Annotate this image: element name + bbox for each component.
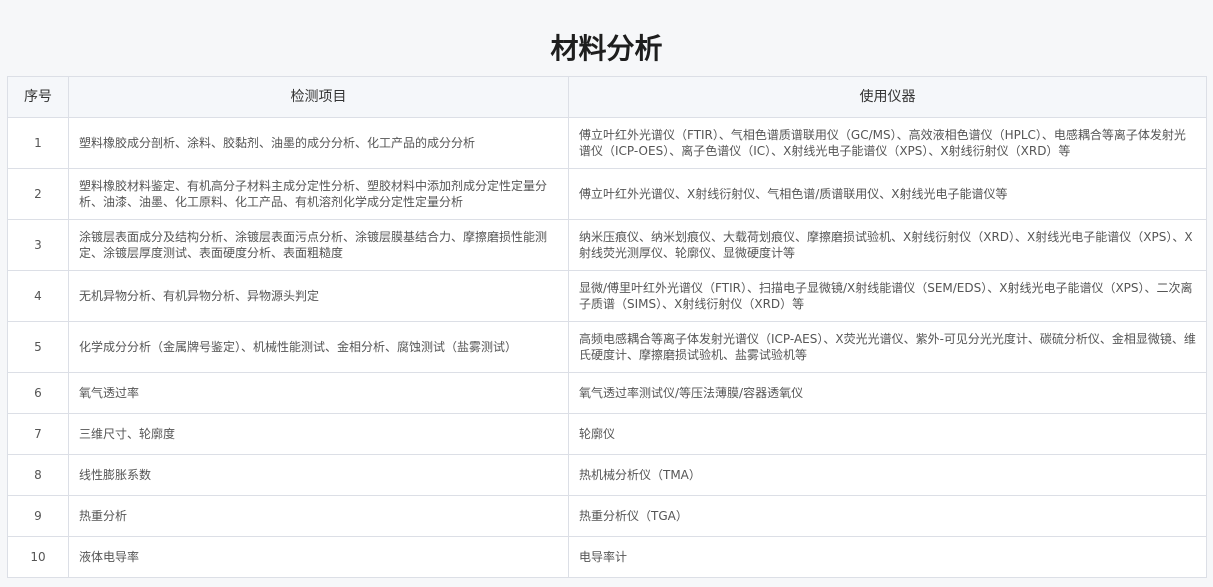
- row-instruments: 氧气透过率测试仪/等压法薄膜/容器透氧仪: [568, 372, 1207, 414]
- row-index: 4: [7, 270, 69, 322]
- header-test-item: 检测项目: [68, 76, 569, 118]
- table-row: 8 线性膨胀系数 热机械分析仪（TMA）: [7, 454, 1207, 496]
- row-index: 6: [7, 372, 69, 414]
- row-instruments: 热重分析仪（TGA）: [568, 495, 1207, 537]
- table-row: 6 氧气透过率 氧气透过率测试仪/等压法薄膜/容器透氧仪: [7, 372, 1207, 414]
- table-row: 1 塑料橡胶成分剖析、涂料、胶黏剂、油墨的成分分析、化工产品的成分分析 傅立叶红…: [7, 117, 1207, 169]
- row-test-item: 热重分析: [68, 495, 569, 537]
- row-instruments: 纳米压痕仪、纳米划痕仪、大载荷划痕仪、摩擦磨损试验机、X射线衍射仪（XRD）、X…: [568, 219, 1207, 271]
- analysis-table: 序号 检测项目 使用仪器 1 塑料橡胶成分剖析、涂料、胶黏剂、油墨的成分分析、化…: [7, 76, 1207, 578]
- row-test-item: 液体电导率: [68, 536, 569, 578]
- table-row: 9 热重分析 热重分析仪（TGA）: [7, 495, 1207, 537]
- row-test-item: 氧气透过率: [68, 372, 569, 414]
- row-test-item: 无机异物分析、有机异物分析、异物源头判定: [68, 270, 569, 322]
- header-index: 序号: [7, 76, 69, 118]
- row-test-item: 塑料橡胶成分剖析、涂料、胶黏剂、油墨的成分分析、化工产品的成分分析: [68, 117, 569, 169]
- row-index: 10: [7, 536, 69, 578]
- row-instruments: 热机械分析仪（TMA）: [568, 454, 1207, 496]
- table-row: 2 塑料橡胶材料鉴定、有机高分子材料主成分定性分析、塑胶材料中添加剂成分定性定量…: [7, 168, 1207, 220]
- row-instruments: 显微/傅里叶红外光谱仪（FTIR）、扫描电子显微镜/X射线能谱仪（SEM/EDS…: [568, 270, 1207, 322]
- row-instruments: 电导率计: [568, 536, 1207, 578]
- row-index: 2: [7, 168, 69, 220]
- page-title: 材料分析: [550, 31, 663, 65]
- row-test-item: 涂镀层表面成分及结构分析、涂镀层表面污点分析、涂镀层膜基结合力、摩擦磨损性能测定…: [68, 219, 569, 271]
- row-index: 3: [7, 219, 69, 271]
- row-test-item: 化学成分分析（金属牌号鉴定）、机械性能测试、金相分析、腐蚀测试（盐雾测试）: [68, 321, 569, 373]
- table-row: 5 化学成分分析（金属牌号鉴定）、机械性能测试、金相分析、腐蚀测试（盐雾测试） …: [7, 321, 1207, 373]
- header-instruments: 使用仪器: [568, 76, 1207, 118]
- row-index: 8: [7, 454, 69, 496]
- row-index: 5: [7, 321, 69, 373]
- analysis-table-container: 序号 检测项目 使用仪器 1 塑料橡胶成分剖析、涂料、胶黏剂、油墨的成分分析、化…: [7, 76, 1207, 578]
- row-index: 1: [7, 117, 69, 169]
- table-row: 3 涂镀层表面成分及结构分析、涂镀层表面污点分析、涂镀层膜基结合力、摩擦磨损性能…: [7, 219, 1207, 271]
- table-header-row: 序号 检测项目 使用仪器: [7, 76, 1207, 118]
- row-test-item: 线性膨胀系数: [68, 454, 569, 496]
- row-instruments: 傅立叶红外光谱仪、X射线衍射仪、气相色谱/质谱联用仪、X射线光电子能谱仪等: [568, 168, 1207, 220]
- table-row: 4 无机异物分析、有机异物分析、异物源头判定 显微/傅里叶红外光谱仪（FTIR）…: [7, 270, 1207, 322]
- row-instruments: 傅立叶红外光谱仪（FTIR）、气相色谱质谱联用仪（GC/MS）、高效液相色谱仪（…: [568, 117, 1207, 169]
- row-instruments: 轮廓仪: [568, 413, 1207, 455]
- row-index: 7: [7, 413, 69, 455]
- row-test-item: 三维尺寸、轮廓度: [68, 413, 569, 455]
- row-instruments: 高频电感耦合等离子体发射光谱仪（ICP-AES）、X荧光光谱仪、紫外-可见分光光…: [568, 321, 1207, 373]
- table-row: 10 液体电导率 电导率计: [7, 536, 1207, 578]
- row-test-item: 塑料橡胶材料鉴定、有机高分子材料主成分定性分析、塑胶材料中添加剂成分定性定量分析…: [68, 168, 569, 220]
- table-row: 7 三维尺寸、轮廓度 轮廓仪: [7, 413, 1207, 455]
- row-index: 9: [7, 495, 69, 537]
